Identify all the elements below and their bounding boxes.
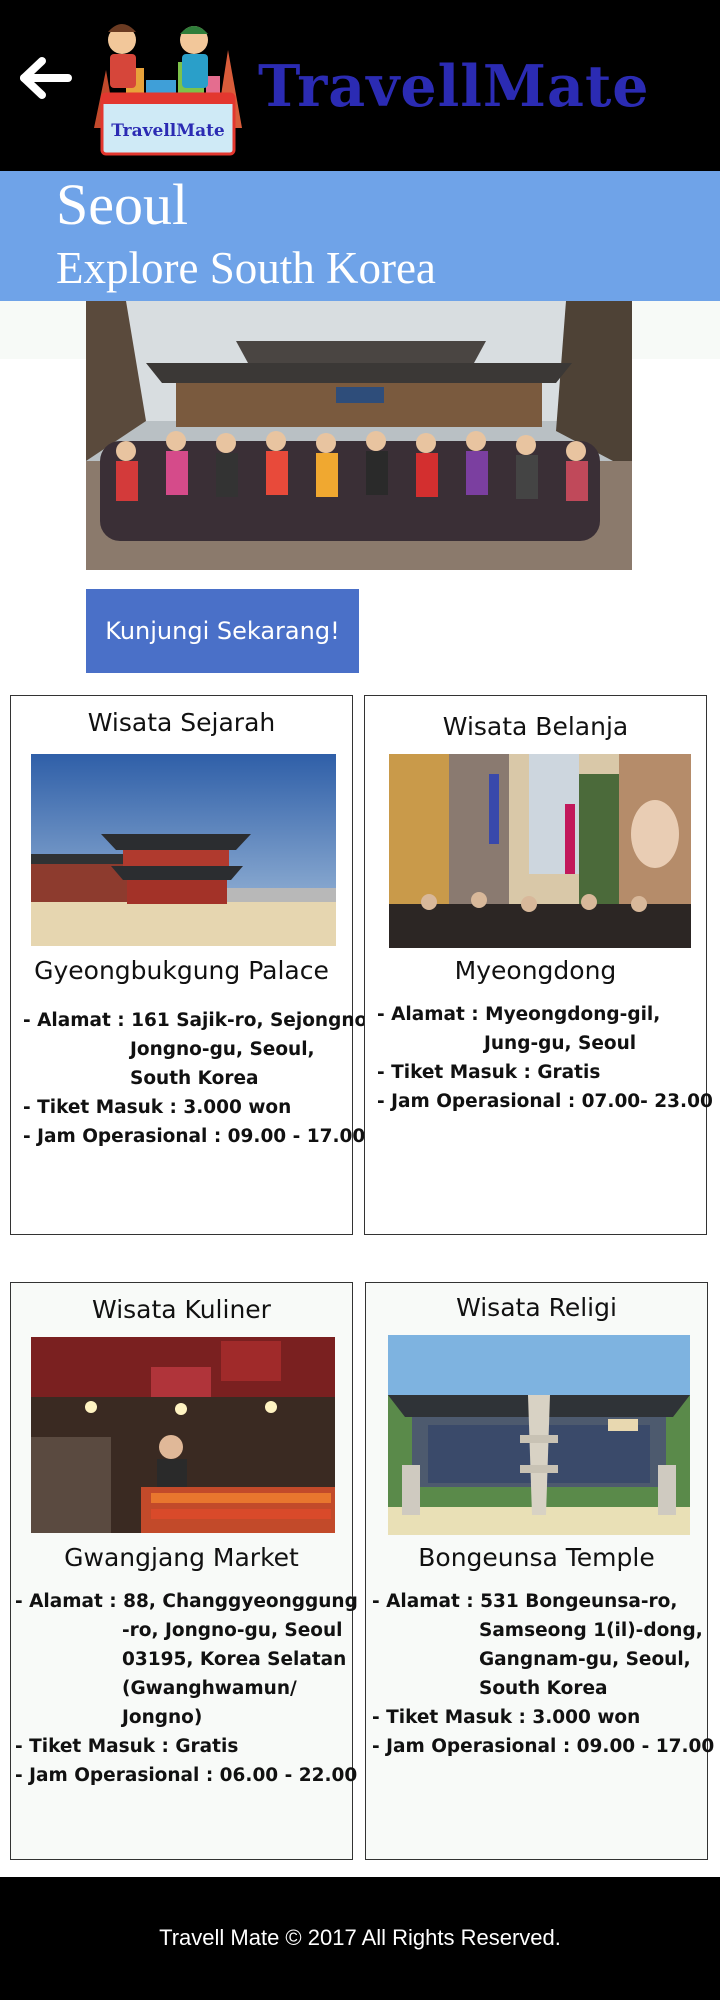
logo-badge-text: TravellMate bbox=[111, 121, 225, 141]
card-wisata-religi[interactable]: Wisata Religi Bongeunsa Temple - Alamat … bbox=[365, 1282, 714, 1860]
gwangjang-market-photo bbox=[31, 1337, 335, 1533]
brand-title: TravellMate bbox=[258, 53, 650, 120]
address-line: 03195, Korea Selatan bbox=[122, 1649, 347, 1670]
place-name: Gyeongbukgung Palace bbox=[34, 956, 329, 985]
address-label: - Alamat : bbox=[23, 1010, 132, 1031]
ticket-info: - Tiket Masuk : Gratis bbox=[15, 1736, 239, 1757]
arrow-left-icon bbox=[20, 57, 72, 99]
ticket-info: - Tiket Masuk : 3.000 won bbox=[23, 1097, 292, 1118]
gyeongbokgung-photo bbox=[31, 754, 336, 946]
seoul-group-photo bbox=[86, 301, 632, 570]
address-label: - Alamat : bbox=[377, 1004, 486, 1025]
address-line: South Korea bbox=[130, 1068, 259, 1089]
place-name: Myeongdong bbox=[454, 956, 617, 985]
address-line: -ro, Jongno-gu, Seoul bbox=[122, 1620, 343, 1641]
opening-hours: - Jam Operasional : 06.00 - 22.00 bbox=[15, 1765, 358, 1786]
address-line: (Gwanghwamun/ bbox=[122, 1678, 297, 1699]
bongeunsa-temple-photo bbox=[388, 1335, 690, 1535]
place-details: - Alamat : Myeongdong-gil, Jung-gu, Seou… bbox=[377, 1000, 713, 1116]
card-wisata-belanja[interactable]: Wisata Belanja Myeongdong - Alamat : Mye… bbox=[364, 695, 713, 1235]
ticket-info: - Tiket Masuk : Gratis bbox=[377, 1062, 601, 1083]
top-header: TravellMate TravellMate bbox=[0, 0, 720, 171]
back-button[interactable] bbox=[18, 56, 74, 100]
card-wisata-kuliner[interactable]: Wisata Kuliner Gwangjang Market - Alamat… bbox=[10, 1282, 358, 1860]
place-details: - Alamat : 531 Bongeunsa-ro, Samseong 1(… bbox=[372, 1587, 714, 1761]
card-category: Wisata Religi bbox=[456, 1293, 617, 1322]
myeongdong-photo bbox=[389, 754, 691, 948]
address-label: - Alamat : bbox=[15, 1591, 124, 1612]
place-details: - Alamat : 88, Changgyeonggung -ro, Jong… bbox=[15, 1587, 358, 1790]
address-line: 88, Changgyeonggung bbox=[123, 1591, 358, 1612]
travelmate-logo[interactable]: TravellMate bbox=[86, 10, 248, 160]
card-category: Wisata Belanja bbox=[442, 712, 629, 741]
hero-subtitle: Explore South Korea bbox=[56, 243, 436, 293]
opening-hours: - Jam Operasional : 09.00 - 17.00 bbox=[23, 1126, 366, 1147]
place-details: - Alamat : 161 Sajik-ro, Sejongno, Jongn… bbox=[23, 1006, 374, 1151]
place-name: Bongeunsa Temple bbox=[418, 1543, 655, 1572]
card-category: Wisata Kuliner bbox=[92, 1295, 271, 1324]
address-line: Jongno-gu, Seoul, bbox=[130, 1039, 315, 1060]
visit-now-button[interactable]: Kunjungi Sekarang! bbox=[86, 589, 359, 673]
address-line: Gangnam-gu, Seoul, bbox=[479, 1649, 691, 1670]
address-line: South Korea bbox=[479, 1678, 608, 1699]
address-label: - Alamat : bbox=[372, 1591, 481, 1612]
address-line: 531 Bongeunsa-ro, bbox=[480, 1591, 678, 1612]
address-line: 161 Sajik-ro, Sejongno, bbox=[131, 1010, 375, 1031]
footer-copyright: Travell Mate © 2017 All Rights Reserved. bbox=[159, 1925, 561, 1950]
place-name: Gwangjang Market bbox=[64, 1543, 299, 1572]
ticket-info: - Tiket Masuk : 3.000 won bbox=[372, 1707, 641, 1728]
city-title: Seoul bbox=[56, 172, 189, 237]
card-category: Wisata Sejarah bbox=[87, 708, 276, 737]
address-line: Myeongdong-gil, bbox=[485, 1004, 661, 1025]
address-line: Jongno) bbox=[122, 1707, 203, 1728]
card-wisata-sejarah[interactable]: Wisata Sejarah Gyeongbukgung Palace - Al… bbox=[10, 695, 374, 1235]
opening-hours: - Jam Operasional : 07.00- 23.00 bbox=[377, 1091, 713, 1112]
address-line: Samseong 1(il)-dong, bbox=[479, 1620, 703, 1641]
address-line: Jung-gu, Seoul bbox=[484, 1033, 637, 1054]
opening-hours: - Jam Operasional : 09.00 - 17.00 bbox=[372, 1736, 715, 1757]
